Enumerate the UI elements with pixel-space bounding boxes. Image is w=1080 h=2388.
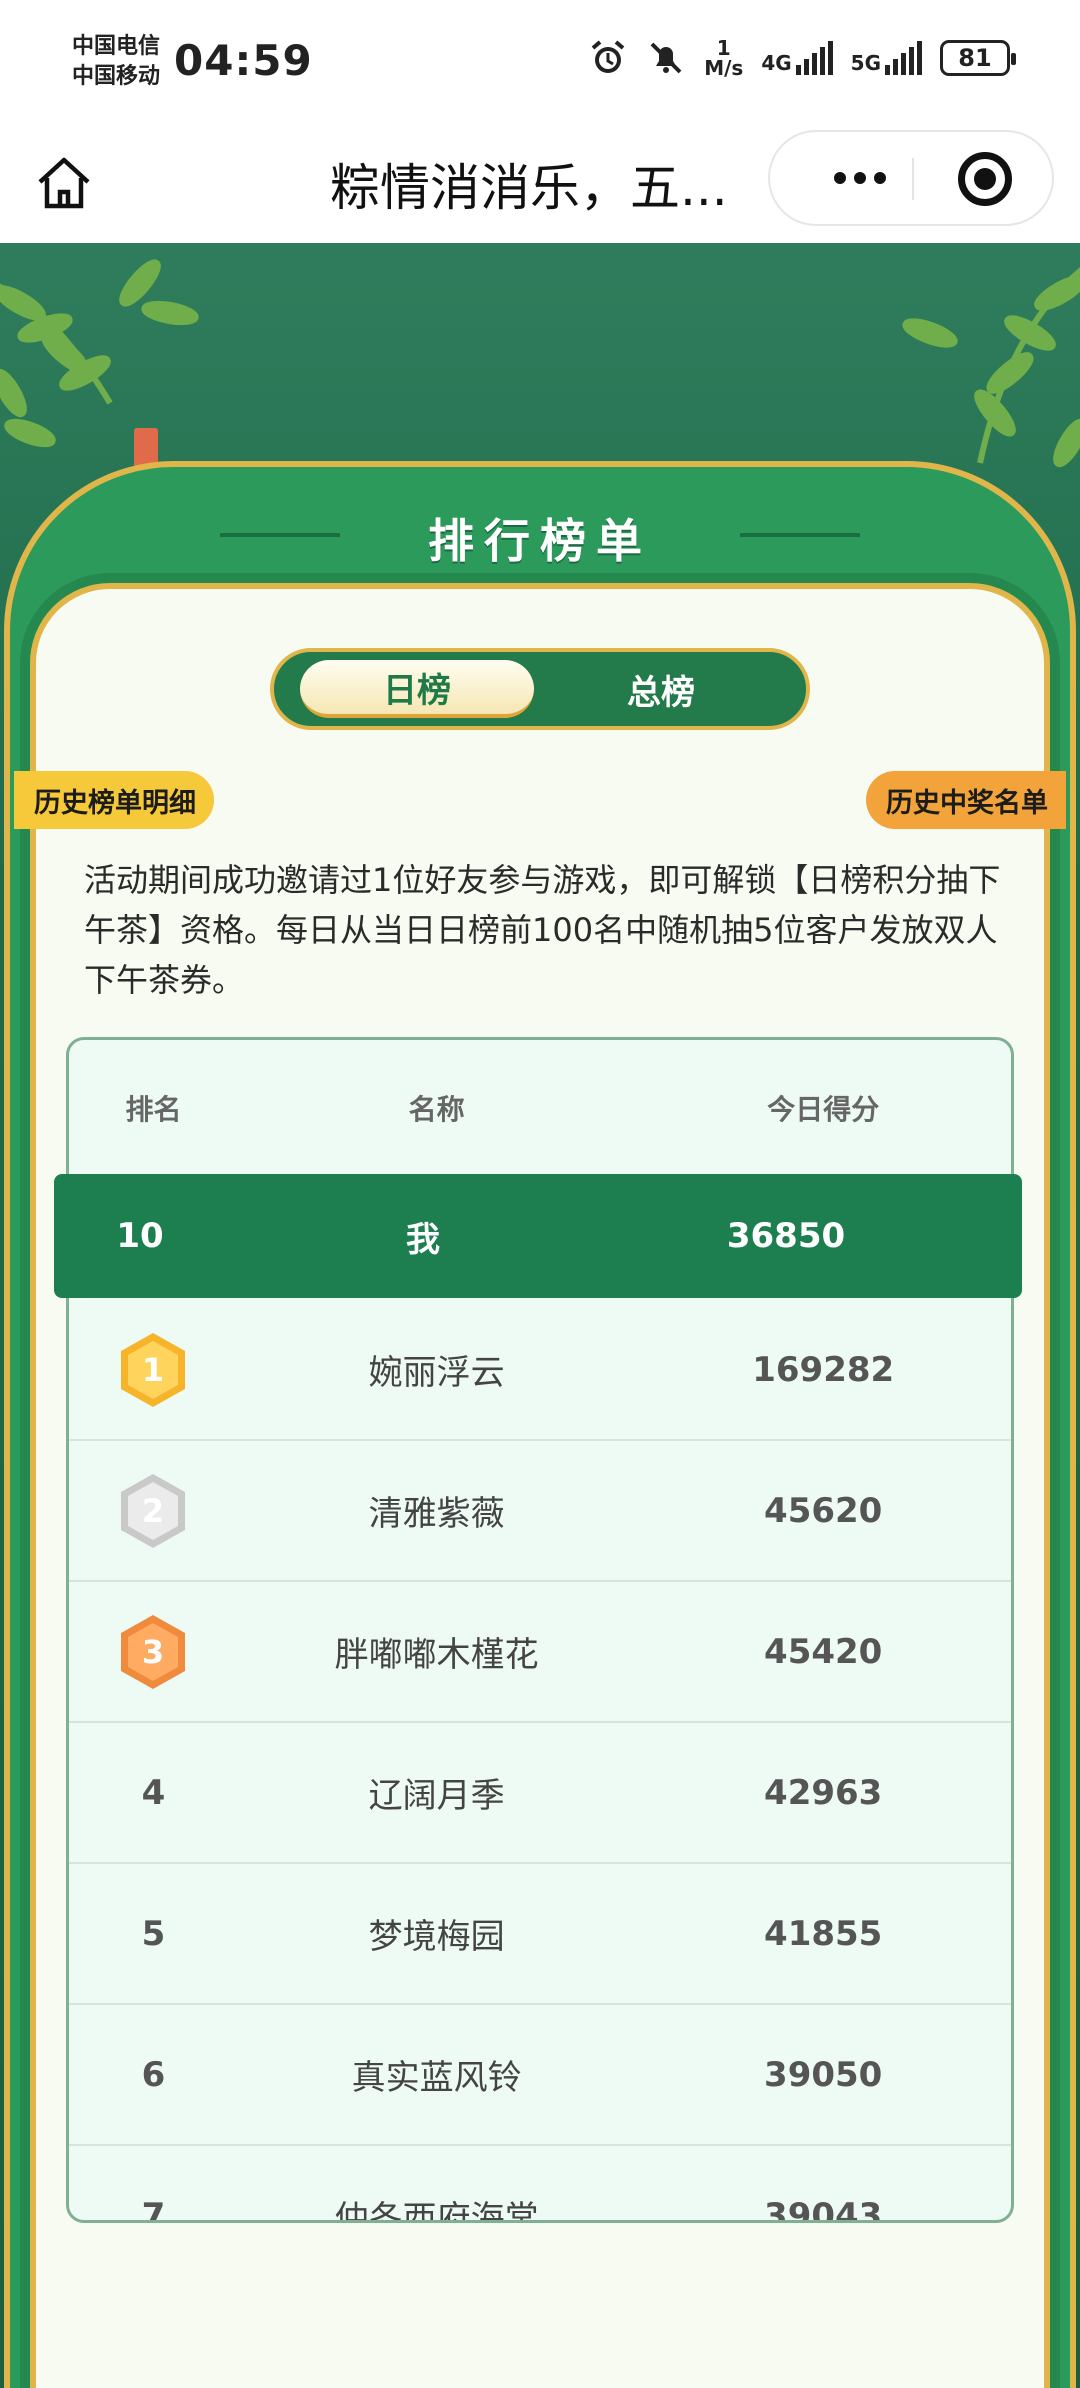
name-cell: 辽阔月季: [368, 1776, 505, 1816]
table-row: 4 辽阔月季 42963: [69, 1723, 1011, 1864]
table-row: 2 清雅紫薇 45620: [69, 1441, 1011, 1582]
score-cell: 169282: [752, 1349, 895, 1390]
table-row: 3 胖嘟嘟木槿花 45420: [69, 1582, 1011, 1723]
battery-level: 81: [958, 44, 992, 72]
table-row: 7 仲冬西府海棠 39043: [69, 2146, 1011, 2223]
score-cell: 42963: [764, 1772, 883, 1813]
name-cell: 仲冬西府海棠: [334, 2199, 539, 2223]
net-speed-unit: M/s: [704, 56, 744, 80]
panel-title: 排行榜单: [428, 514, 652, 568]
status-icons: 1 M/s 4G 5G 81: [588, 38, 1016, 78]
score-cell: 45620: [764, 1490, 883, 1531]
rank-cell: 6: [141, 2054, 166, 2095]
signal-bars-icon: [795, 41, 833, 75]
rank-cell: 3: [69, 1613, 238, 1691]
leaderboard-scene: 排行榜单 日榜 总榜 历史榜单明细 历史中奖名单 活动期间成功邀请过1位好友参与…: [0, 243, 1080, 2388]
svg-text:1: 1: [142, 1351, 164, 1389]
my-rank: 10: [116, 1216, 164, 1256]
sim1-type: 4G: [761, 51, 792, 75]
rank-cell: 4: [141, 1772, 166, 1813]
silver-medal-icon: 2: [121, 1473, 186, 1548]
carrier-1: 中国电信: [72, 34, 161, 59]
my-score: 36850: [726, 1216, 846, 1256]
carrier-2: 中国移动: [72, 64, 161, 89]
history-winners-button[interactable]: 历史中奖名单: [866, 771, 1066, 829]
table-header: 排名 名称 今日得分: [69, 1040, 1011, 1176]
header-rank: 排名: [125, 1093, 182, 1126]
nav-bar: 粽情消消乐，五...: [0, 128, 1080, 243]
score-cell: 41855: [764, 1913, 883, 1954]
svg-text:3: 3: [142, 1633, 164, 1671]
name-cell: 真实蓝风铃: [351, 2058, 522, 2098]
alarm-icon: [588, 38, 628, 78]
sim2-type: 5G: [850, 51, 881, 75]
rank-cell: 7: [141, 2195, 166, 2223]
name-cell: 婉丽浮云: [368, 1353, 505, 1393]
table-row: 1 婉丽浮云 169282: [69, 1300, 1011, 1441]
table-row: 6 真实蓝风铃 39050: [69, 2005, 1011, 2146]
battery-icon: 81: [940, 40, 1016, 76]
my-name: 我: [406, 1219, 440, 1260]
rank-cell: 1: [69, 1331, 238, 1409]
clock: 04:59: [174, 36, 313, 85]
history-board-button[interactable]: 历史榜单明细: [14, 771, 214, 829]
net-speed-value: 1: [716, 36, 731, 60]
header-score: 今日得分: [767, 1093, 880, 1126]
bronze-medal-icon: 3: [121, 1614, 186, 1689]
svg-text:2: 2: [142, 1492, 164, 1530]
rank-tabs: 日榜 总榜: [270, 648, 810, 730]
net-speed: 1 M/s: [704, 38, 743, 78]
capsule-divider: [912, 158, 914, 200]
gold-medal-icon: 1: [121, 1332, 186, 1407]
status-bar: 中国电信 中国移动 04:59 1 M/s 4G 5G 81: [0, 0, 1080, 128]
table-row: 5 梦境梅园 41855: [69, 1864, 1011, 2005]
more-icon[interactable]: [810, 132, 910, 224]
header-name: 名称: [408, 1093, 465, 1126]
mute-bell-icon: [646, 38, 686, 78]
name-cell: 清雅紫薇: [368, 1494, 505, 1534]
close-target-icon[interactable]: [958, 152, 1012, 206]
score-cell: 39050: [764, 2054, 883, 2095]
rules-description: 活动期间成功邀请过1位好友参与游戏，即可解锁【日榜积分抽下午茶】资格。每日从当日…: [84, 861, 1001, 999]
home-icon[interactable]: [32, 152, 96, 216]
sim2-signal: 5G: [851, 41, 922, 75]
rank-cell: 5: [141, 1913, 166, 1954]
rank-cell: 2: [69, 1472, 238, 1550]
name-cell: 梦境梅园: [368, 1917, 505, 1957]
score-cell: 39043: [764, 2195, 883, 2223]
score-cell: 45420: [764, 1631, 883, 1672]
table-rows: 1 婉丽浮云 169282 2 清雅紫薇 45620 3 胖嘟嘟木槿花 4542…: [69, 1300, 1011, 2223]
signal-bars-icon: [885, 41, 922, 75]
carrier-labels: 中国电信 中国移动: [72, 32, 160, 92]
sim1-signal: 4G: [761, 41, 833, 75]
tab-total[interactable]: 总榜: [544, 660, 778, 718]
tab-daily[interactable]: 日榜: [300, 660, 534, 718]
page-title: 粽情消消乐，五...: [330, 159, 728, 217]
my-rank-row: 10 我 36850: [54, 1174, 1022, 1298]
mini-program-capsule: [768, 130, 1054, 226]
name-cell: 胖嘟嘟木槿花: [334, 1635, 539, 1675]
